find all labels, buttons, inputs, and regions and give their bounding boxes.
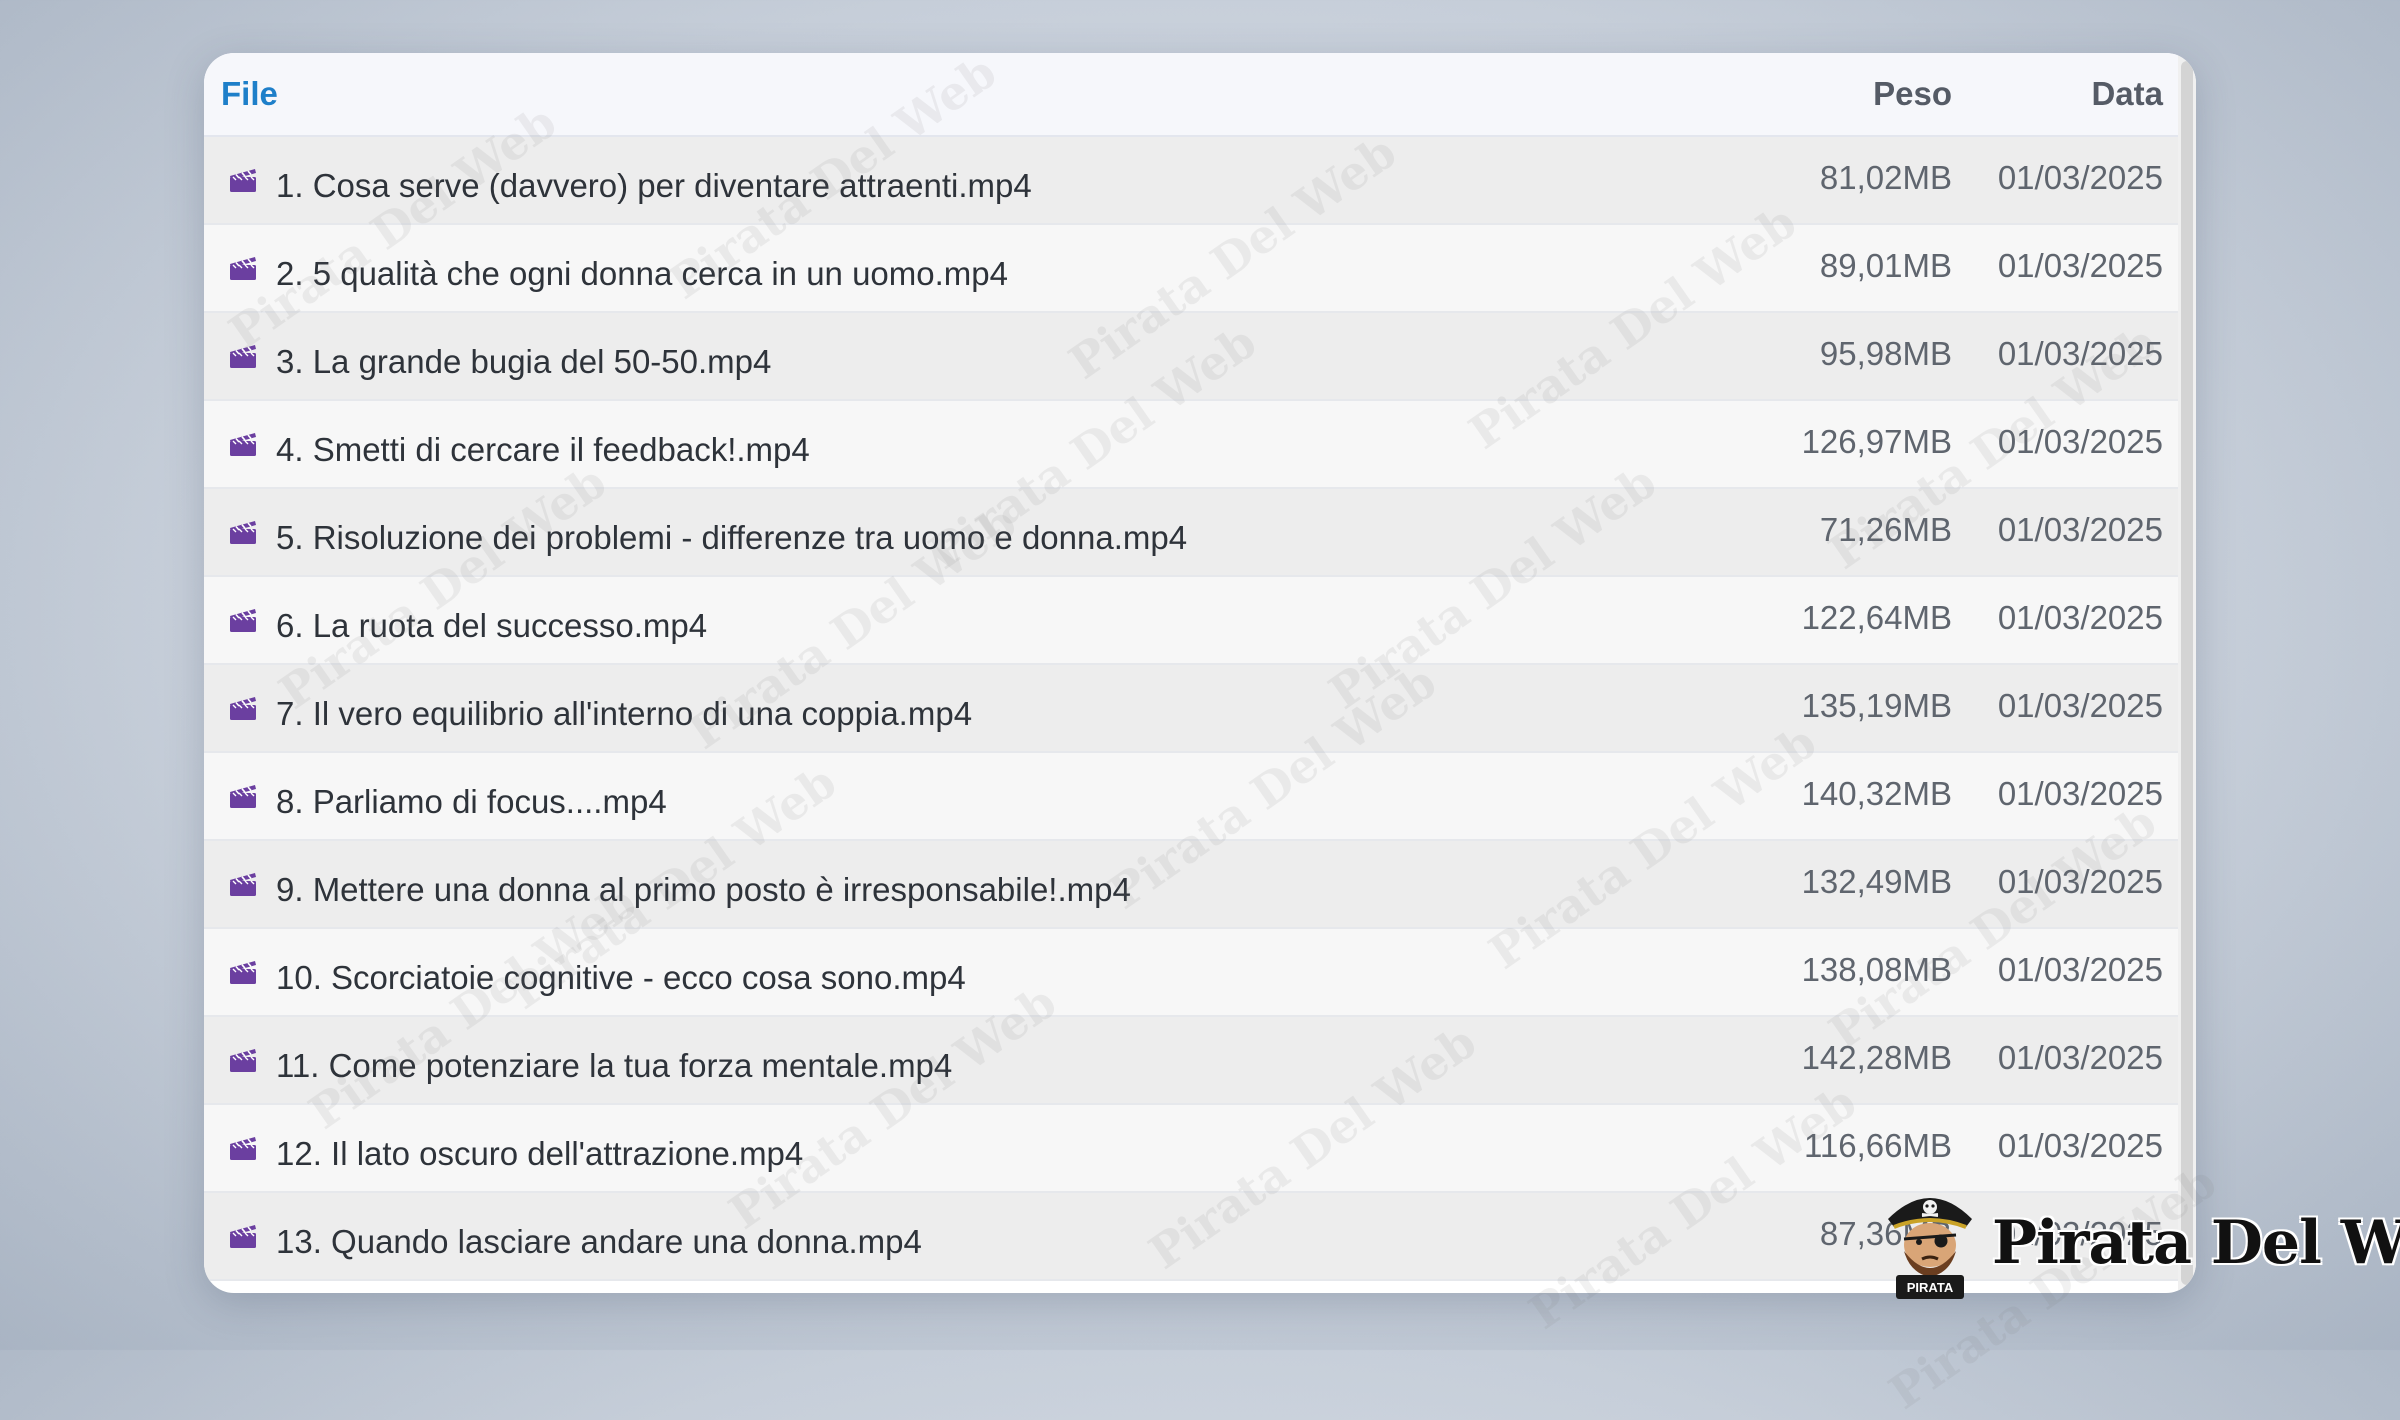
- film-clapper-icon: [230, 873, 256, 896]
- film-clapper-icon: [230, 433, 256, 456]
- file-row[interactable]: 9. Mettere una donna al primo posto è ir…: [204, 841, 2178, 929]
- file-date: 01/03/2025: [1997, 1127, 2163, 1164]
- file-size: 126,97MB: [1801, 423, 1952, 460]
- file-name[interactable]: 5. Risoluzione dei problemi - differenze…: [276, 519, 1187, 557]
- column-header-date[interactable]: Data: [2091, 75, 2163, 113]
- film-clapper-icon: [230, 1137, 256, 1160]
- brand-logo: PIRATA Pirata Del Web: [1880, 1183, 2400, 1303]
- file-date: 01/03/2025: [1997, 335, 2163, 372]
- file-row[interactable]: 8. Parliamo di focus....mp4 140,32MB 01/03…: [204, 753, 2178, 841]
- file-list-panel: File Peso Data 1. Cosa serve (davvero) p…: [204, 53, 2196, 1293]
- file-list: 1. Cosa serve (davvero) per diventare at…: [204, 137, 2178, 1281]
- file-size: 132,49MB: [1801, 863, 1952, 900]
- file-date: 01/03/2025: [1997, 423, 2163, 460]
- logo-text: Pirata Del Web: [1992, 1208, 2400, 1278]
- file-row[interactable]: 3. La grande bugia del 50-50.mp4 95,98MB 0…: [204, 313, 2178, 401]
- table-header: File Peso Data: [204, 53, 2178, 137]
- file-size: 95,98MB: [1819, 335, 1952, 372]
- file-size: 142,28MB: [1801, 1039, 1952, 1076]
- file-row[interactable]: 4. Smetti di cercare il feedback!.mp4 126…: [204, 401, 2178, 489]
- file-size: 81,02MB: [1819, 159, 1952, 196]
- film-clapper-icon: [230, 169, 256, 192]
- file-name[interactable]: 8. Parliamo di focus....mp4: [276, 783, 667, 821]
- file-size: 71,26MB: [1819, 511, 1952, 548]
- column-header-size[interactable]: Peso: [1873, 75, 1952, 113]
- file-size: 138,08MB: [1801, 951, 1952, 988]
- file-date: 01/03/2025: [1997, 247, 2163, 284]
- film-clapper-icon: [230, 1049, 256, 1072]
- file-row[interactable]: 10. Scorciatoie cognitive - ecco cosa so…: [204, 929, 2178, 1017]
- file-row[interactable]: 12. Il lato oscuro dell'attrazione.mp4 11…: [204, 1105, 2178, 1193]
- scrollbar[interactable]: [2178, 53, 2196, 1293]
- file-name[interactable]: 1. Cosa serve (davvero) per diventare at…: [276, 167, 1032, 205]
- file-size: 140,32MB: [1801, 775, 1952, 812]
- file-name[interactable]: 11. Come potenziare la tua forza mentale…: [276, 1047, 952, 1085]
- film-clapper-icon: [230, 609, 256, 632]
- file-name[interactable]: 12. Il lato oscuro dell'attrazione.mp4: [276, 1135, 803, 1173]
- file-name[interactable]: 10. Scorciatoie cognitive - ecco cosa so…: [276, 959, 966, 997]
- column-header-file[interactable]: File: [221, 75, 278, 113]
- file-size: 135,19MB: [1801, 687, 1952, 724]
- scrollbar-thumb[interactable]: [2181, 61, 2193, 1285]
- file-name[interactable]: 6. La ruota del successo.mp4: [276, 607, 707, 645]
- file-row[interactable]: 5. Risoluzione dei problemi - differenze…: [204, 489, 2178, 577]
- film-clapper-icon: [230, 961, 256, 984]
- film-clapper-icon: [230, 1225, 256, 1248]
- film-clapper-icon: [230, 345, 256, 368]
- file-row[interactable]: 1. Cosa serve (davvero) per diventare at…: [204, 137, 2178, 225]
- file-size: 89,01MB: [1819, 247, 1952, 284]
- film-clapper-icon: [230, 257, 256, 280]
- file-name[interactable]: 9. Mettere una donna al primo posto è ir…: [276, 871, 1131, 909]
- file-size: 116,66MB: [1804, 1127, 1952, 1164]
- file-date: 01/03/2025: [1997, 775, 2163, 812]
- file-name[interactable]: 13. Quando lasciare andare una donna.mp4: [276, 1223, 922, 1261]
- file-name[interactable]: 4. Smetti di cercare il feedback!.mp4: [276, 431, 810, 469]
- file-row[interactable]: 6. La ruota del successo.mp4 122,64MB 01/0…: [204, 577, 2178, 665]
- file-date: 01/03/2025: [1997, 863, 2163, 900]
- pirate-mascot-icon: PIRATA: [1888, 1198, 1972, 1299]
- file-row[interactable]: 2. 5 qualità che ogni donna cerca in un …: [204, 225, 2178, 313]
- film-clapper-icon: [230, 785, 256, 808]
- file-name[interactable]: 7. Il vero equilibrio all'interno di una…: [276, 695, 972, 733]
- film-clapper-icon: [230, 697, 256, 720]
- file-date: 01/03/2025: [1997, 1039, 2163, 1076]
- file-name[interactable]: 3. La grande bugia del 50-50.mp4: [276, 343, 771, 381]
- logo-badge-text: PIRATA: [1907, 1280, 1954, 1295]
- film-clapper-icon: [230, 521, 256, 544]
- file-date: 01/03/2025: [1997, 599, 2163, 636]
- file-row[interactable]: 11. Come potenziare la tua forza mentale…: [204, 1017, 2178, 1105]
- file-date: 01/03/2025: [1997, 951, 2163, 988]
- file-size: 122,64MB: [1801, 599, 1952, 636]
- file-row[interactable]: 7. Il vero equilibrio all'interno di una…: [204, 665, 2178, 753]
- file-date: 01/03/2025: [1997, 159, 2163, 196]
- file-name[interactable]: 2. 5 qualità che ogni donna cerca in un …: [276, 255, 1008, 293]
- file-date: 01/03/2025: [1997, 687, 2163, 724]
- file-date: 01/03/2025: [1997, 511, 2163, 548]
